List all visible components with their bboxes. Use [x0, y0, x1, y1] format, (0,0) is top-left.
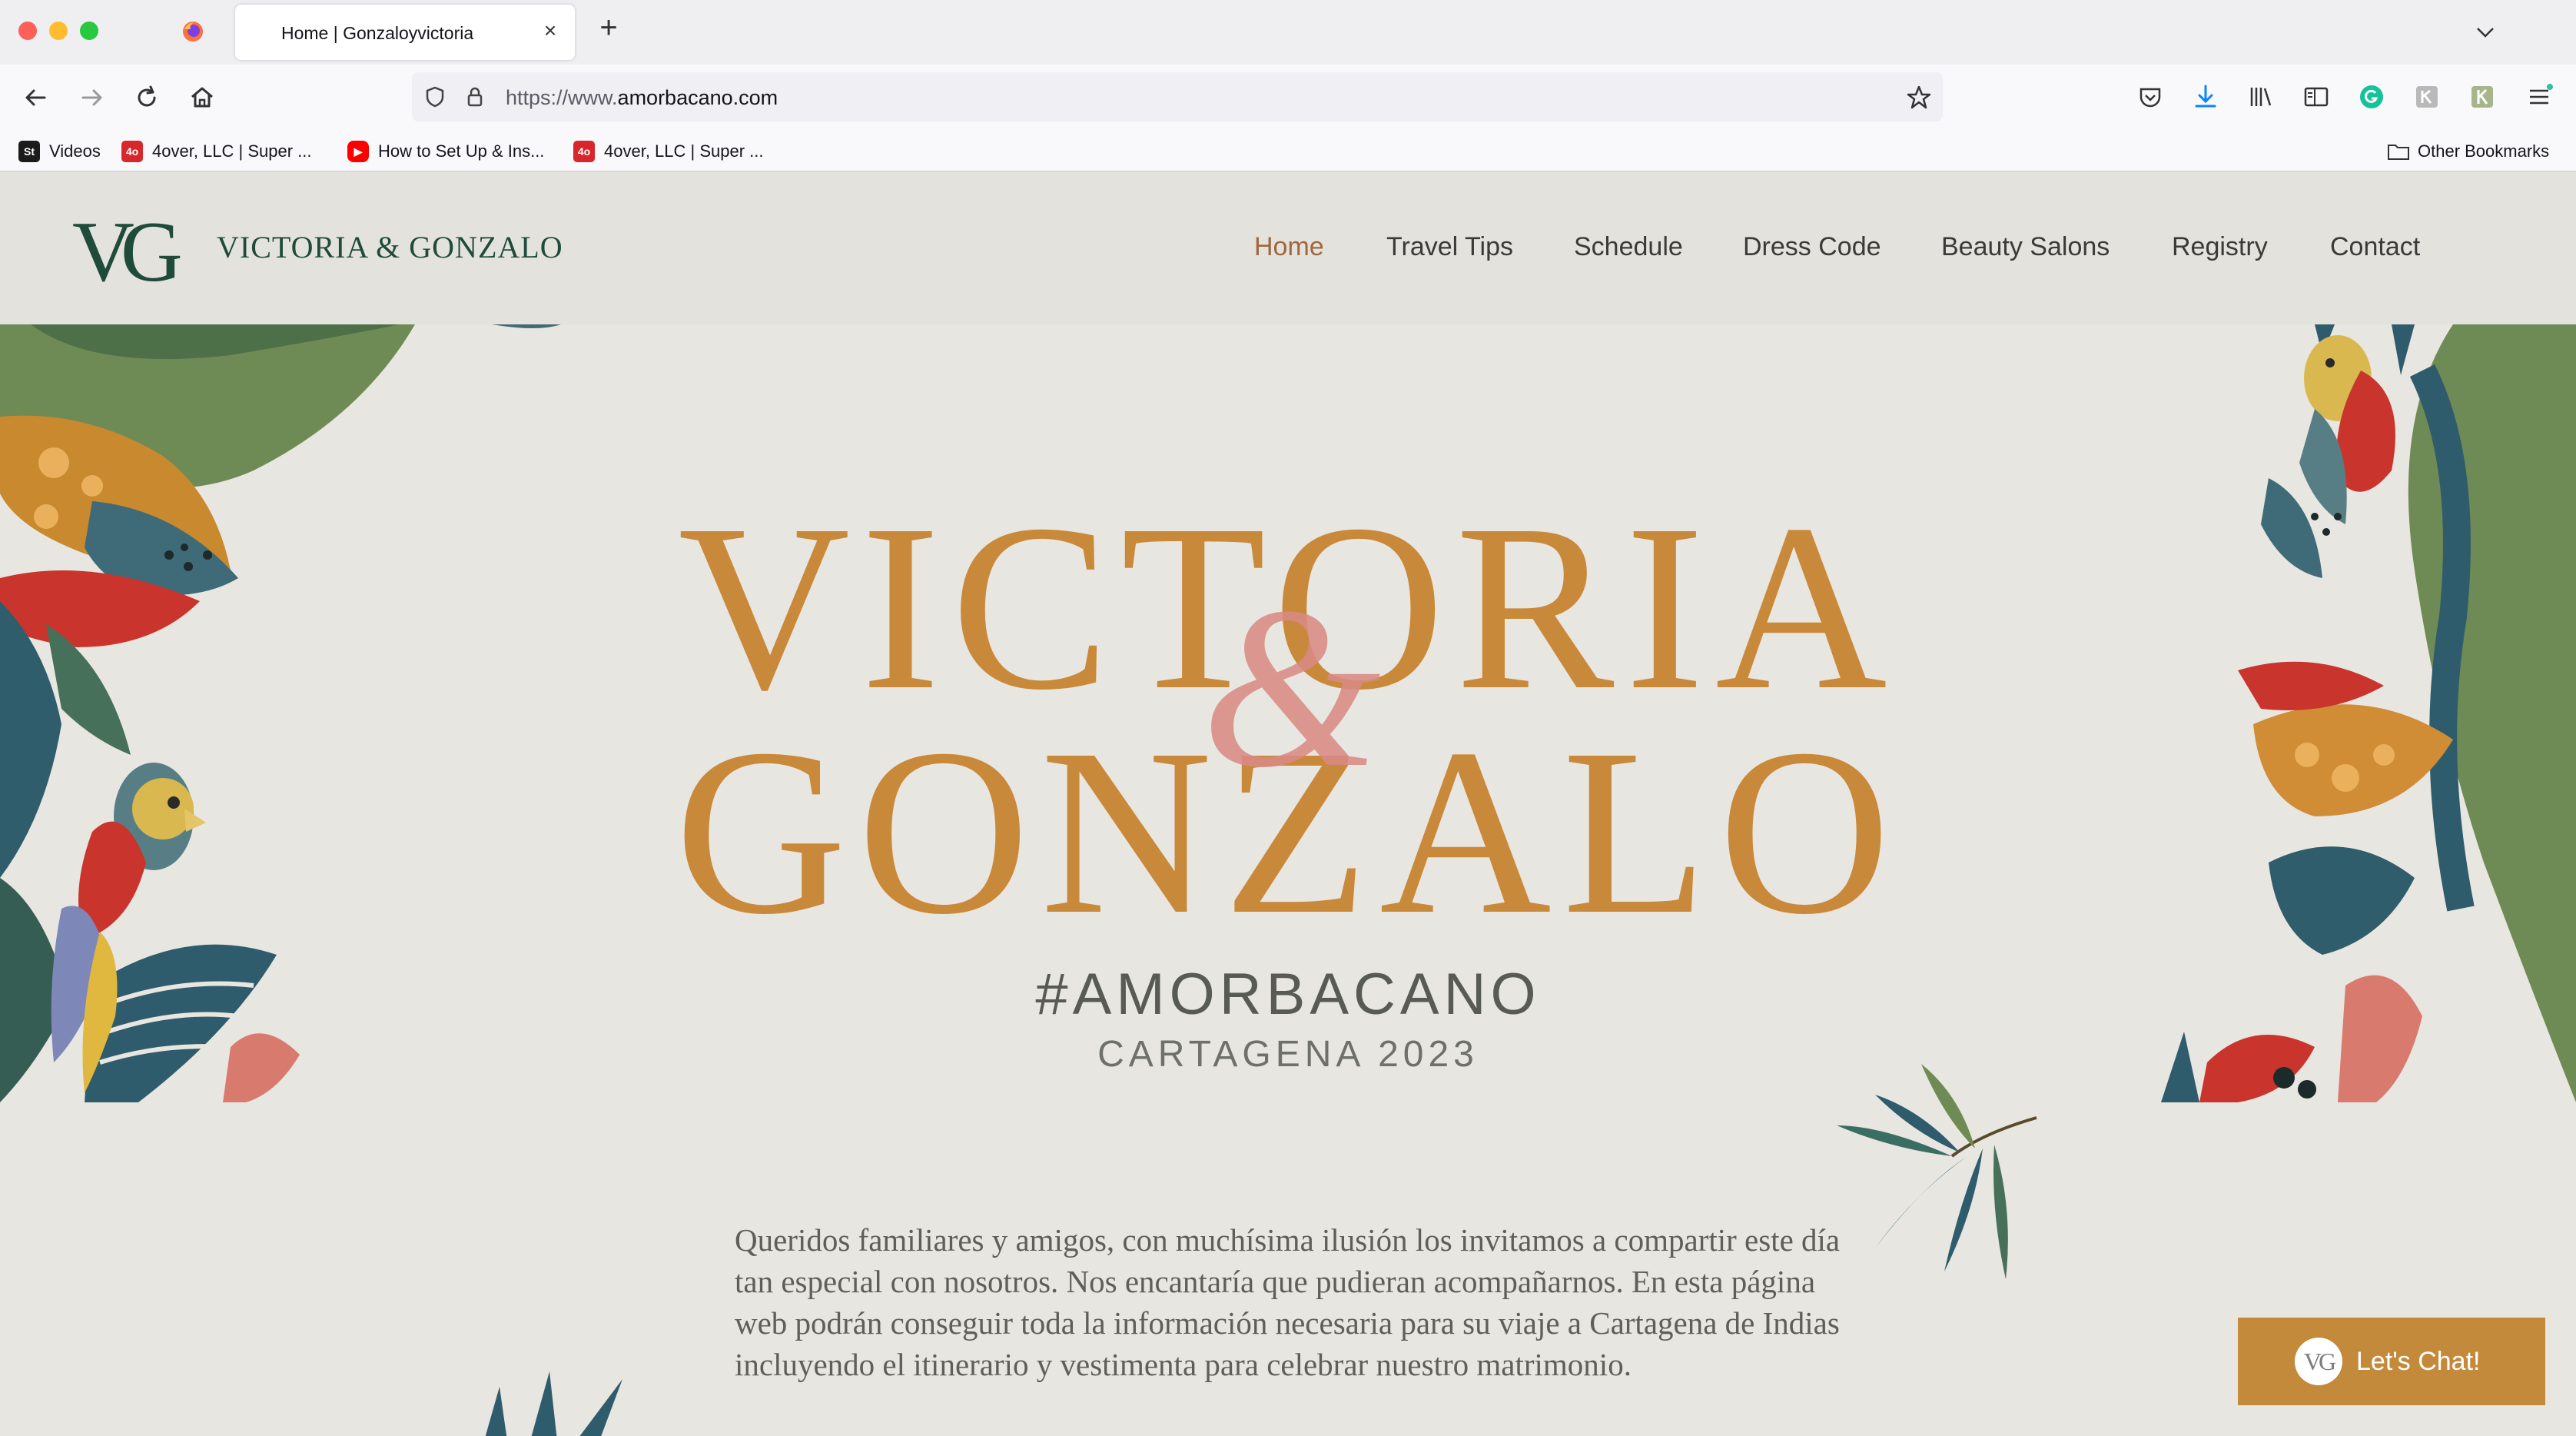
- url-prefix: https://www.: [506, 86, 618, 109]
- folder-icon: [2388, 145, 2409, 160]
- downloads-icon[interactable]: [2189, 80, 2222, 114]
- nav-home[interactable]: Home: [1254, 232, 1324, 262]
- grammarly-extension-icon[interactable]: [2355, 80, 2388, 114]
- 4over-icon: 4o: [573, 141, 595, 162]
- hero-ampersand: &: [1201, 560, 1381, 815]
- bookmarks-toolbar: St Videos 4o 4over, LLC | Super ... ▶ Ho…: [0, 131, 2576, 172]
- pocket-icon[interactable]: [2133, 80, 2167, 114]
- new-tab-button[interactable]: +: [593, 12, 624, 43]
- extension-icon[interactable]: [2410, 80, 2444, 114]
- sidebar-icon[interactable]: [2299, 80, 2333, 114]
- nav-schedule[interactable]: Schedule: [1574, 232, 1683, 262]
- bookmark-label: How to Set Up & Ins...: [378, 141, 545, 161]
- library-icon[interactable]: [2244, 80, 2278, 114]
- other-bookmarks-label: Other Bookmarks: [2418, 141, 2550, 161]
- other-bookmarks[interactable]: Other Bookmarks: [2387, 138, 2549, 165]
- chat-logo-avatar: VG: [2295, 1338, 2342, 1385]
- list-all-tabs-icon[interactable]: [2470, 17, 2501, 48]
- st-icon: St: [18, 141, 40, 162]
- menu-icon[interactable]: [2522, 80, 2556, 114]
- url-text[interactable]: https://www.amorbacano.com: [506, 86, 778, 110]
- tracking-protection-shield-icon[interactable]: [421, 83, 449, 111]
- lock-icon[interactable]: [461, 83, 489, 111]
- browser-tab-strip: Home | Gonzaloyvictoria × +: [0, 0, 2576, 65]
- chat-label: Let's Chat!: [2356, 1346, 2481, 1376]
- bookmark-4over-2[interactable]: 4o 4over, LLC | Super ...: [573, 138, 764, 165]
- bookmark-label: Videos: [49, 141, 101, 161]
- hero-hashtag: #AMORBACANO: [1035, 962, 1541, 1027]
- window-minimize-button[interactable]: [49, 22, 68, 40]
- reload-icon[interactable]: [129, 80, 164, 115]
- bookmark-star-icon[interactable]: [1904, 83, 1934, 112]
- 4over-icon: 4o: [121, 141, 143, 162]
- nav-beauty-salons[interactable]: Beauty Salons: [1941, 232, 2110, 262]
- window-close-button[interactable]: [18, 22, 37, 40]
- site-header: VG VICTORIA & GONZALO Home Travel Tips S…: [0, 172, 2576, 324]
- nav-contact[interactable]: Contact: [2330, 232, 2420, 262]
- site-logo-name[interactable]: VICTORIA & GONZALO: [217, 229, 563, 265]
- nav-dress-code[interactable]: Dress Code: [1743, 232, 1881, 262]
- hero-banner: VICTORIA GONZALO & #AMORBACANO CARTAGENA…: [0, 324, 2576, 1102]
- bookmark-youtube[interactable]: ▶ How to Set Up & Ins...: [347, 138, 544, 165]
- hero-location-year: CARTAGENA 2023: [1097, 1034, 1479, 1075]
- forward-icon[interactable]: [74, 80, 109, 115]
- bookmark-videos[interactable]: St Videos: [18, 138, 101, 165]
- palm-leaf-bottom-illustration: [485, 1371, 622, 1436]
- bookmark-label: 4over, LLC | Super ...: [152, 141, 312, 161]
- web-page: VG VICTORIA & GONZALO Home Travel Tips S…: [0, 172, 2576, 1436]
- tab-close-icon[interactable]: ×: [536, 17, 564, 45]
- lets-chat-button[interactable]: VG Let's Chat!: [2238, 1318, 2545, 1405]
- nav-travel-tips[interactable]: Travel Tips: [1386, 232, 1513, 262]
- window-maximize-button[interactable]: [80, 22, 98, 40]
- back-icon[interactable]: [18, 80, 54, 115]
- home-icon[interactable]: [184, 80, 220, 115]
- bookmark-4over-1[interactable]: 4o 4over, LLC | Super ...: [121, 138, 312, 165]
- address-bar[interactable]: https://www.amorbacano.com: [412, 72, 1943, 121]
- youtube-icon: ▶: [347, 141, 369, 162]
- intro-paragraph: Queridos familiares y amigos, con muchís…: [735, 1222, 1841, 1382]
- active-tab[interactable]: Home | Gonzaloyvictoria ×: [235, 5, 575, 60]
- palm-sprig-illustration: [1837, 1064, 2037, 1279]
- browser-navigation-bar: https://www.amorbacano.com: [0, 65, 2576, 131]
- url-domain: amorbacano.com: [617, 86, 778, 109]
- bookmark-label: 4over, LLC | Super ...: [604, 141, 764, 161]
- site-logo-monogram[interactable]: VG: [72, 209, 183, 295]
- tab-title: Home | Gonzaloyvictoria: [281, 23, 474, 43]
- nav-registry[interactable]: Registry: [2172, 232, 2268, 262]
- firefox-icon[interactable]: [181, 20, 204, 43]
- keeper-extension-icon[interactable]: [2465, 80, 2499, 114]
